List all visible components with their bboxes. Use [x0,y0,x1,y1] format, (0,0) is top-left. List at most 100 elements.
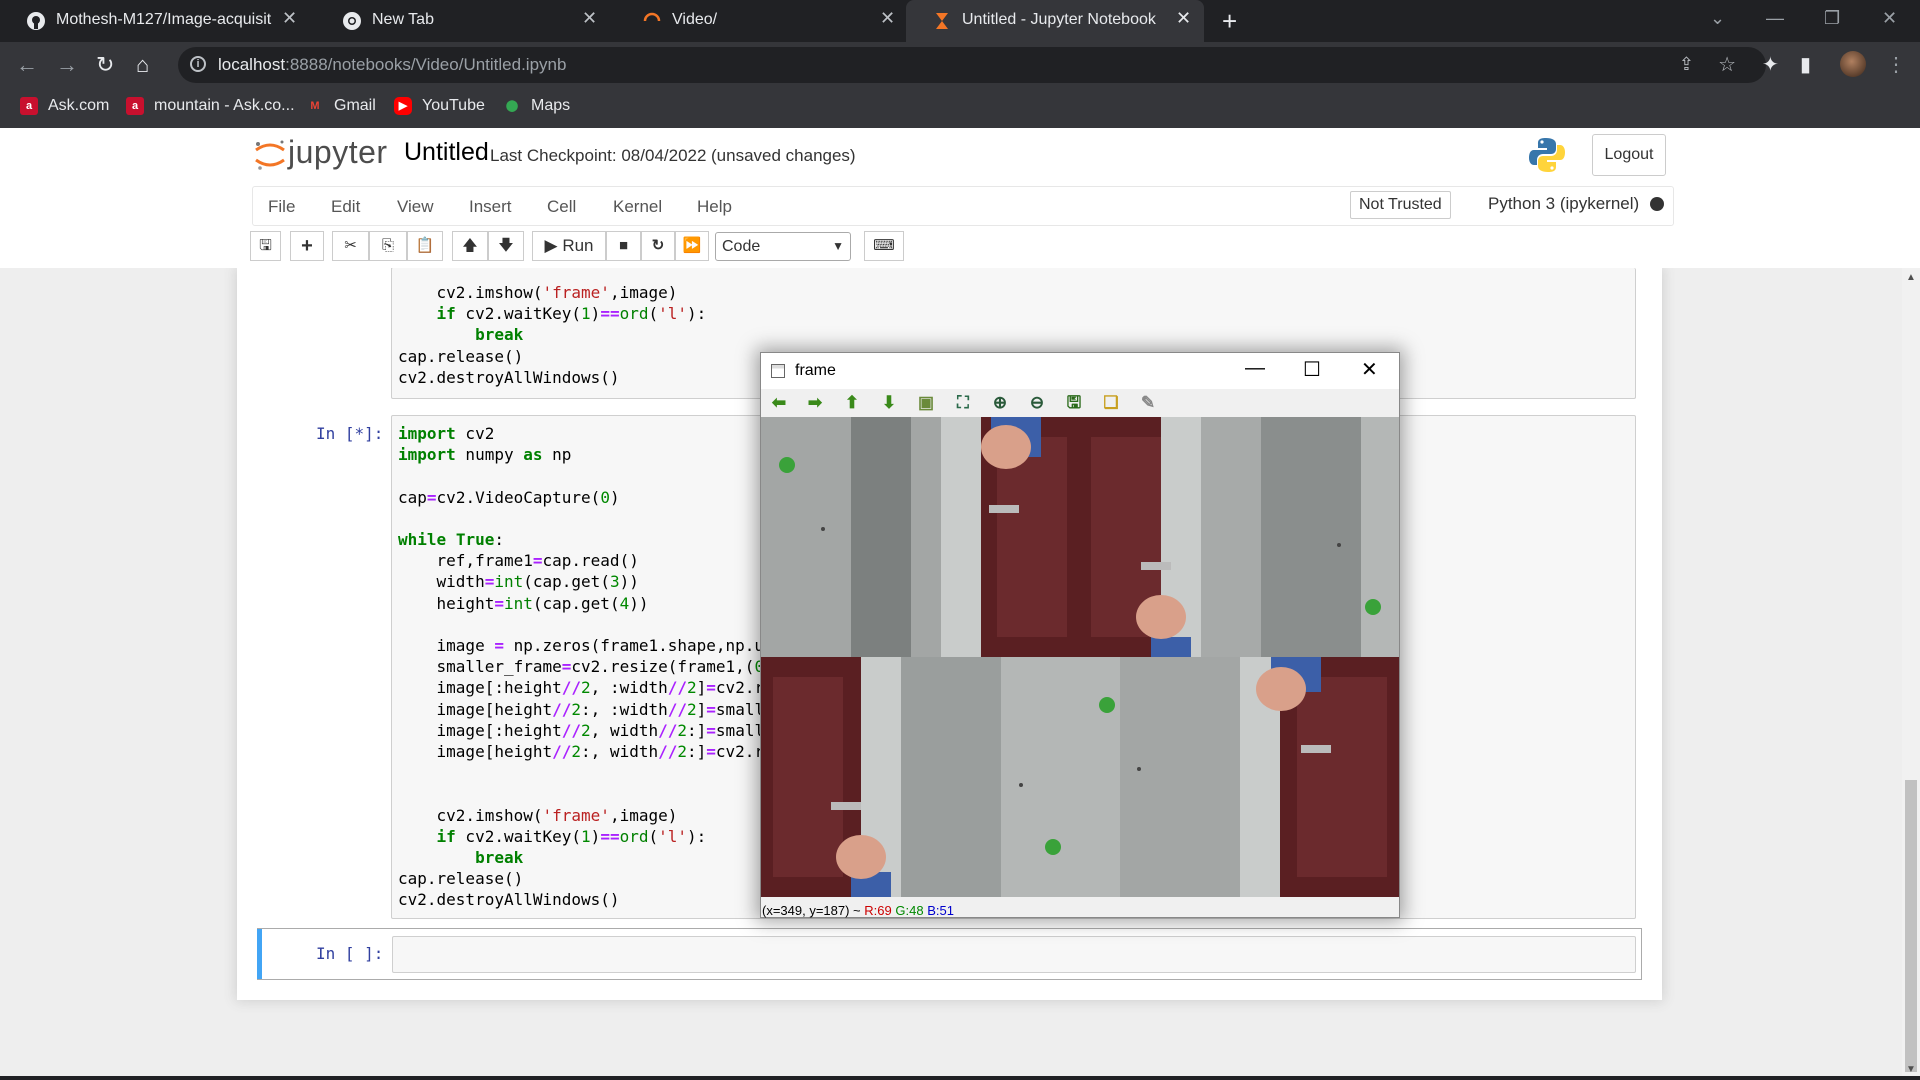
tab-video-folder[interactable]: Video/ ✕ [616,0,906,42]
kernel-name[interactable]: Python 3 (ipykernel) [1488,194,1639,214]
cv-toolbar: ⬅ ➡ ⬆ ⬇ ▣ ⛶ ⊕ ⊖ 🖫 ❏ ✎ [761,389,1399,417]
save-button[interactable]: 🖫 [250,231,281,261]
zoom-in-icon[interactable]: ⊕ [990,393,1010,413]
back-icon[interactable]: ← [16,52,38,78]
interrupt-button[interactable]: ■ [606,231,641,261]
zoom-out-icon[interactable]: ⊖ [1027,393,1047,413]
url-text[interactable]: localhost:8888/notebooks/Video/Untitled.… [218,55,566,75]
pan-up-icon[interactable]: ⬆ [842,393,862,413]
scroll-up-icon[interactable]: ▲ [1906,272,1916,283]
properties-icon[interactable]: ✎ [1138,393,1158,413]
forward-icon[interactable]: → [56,52,78,78]
cell-type-select[interactable]: Code ▼ [715,232,851,261]
code-text: import cv2 import numpy as np cap=cv2.Vi… [398,424,765,910]
copy-clipboard-icon[interactable]: ❏ [1101,393,1121,413]
close-tab-icon[interactable]: ✕ [582,8,597,29]
menu-insert[interactable]: Insert [469,197,512,217]
maximize-icon[interactable]: ☐ [1303,357,1321,382]
share-icon[interactable]: ⇪ [1679,54,1694,75]
chrome-menu-icon[interactable]: ⋮ [1886,52,1906,77]
stop-icon: ■ [618,237,629,254]
menu-kernel[interactable]: Kernel [613,197,662,217]
minimize-icon[interactable]: — [1766,8,1784,29]
new-tab-icon[interactable]: + [1222,6,1237,37]
tab-github[interactable]: Mothesh-M127/Image-acquisitio ✕ [0,0,312,42]
close-tab-icon[interactable]: ✕ [880,8,895,29]
menu-edit[interactable]: Edit [331,197,360,217]
camera-frame-image [761,417,1399,897]
close-tab-icon[interactable]: ✕ [282,8,297,29]
url-host: localhost [218,55,286,74]
browser-tab-strip: Mothesh-M127/Image-acquisitio ✕ New Tab … [0,0,1920,42]
scroll-down-icon[interactable]: ▼ [1906,1064,1916,1075]
cell-2-prompt: In [*]: [316,424,384,443]
bookmark-star-icon[interactable]: ☆ [1718,52,1736,77]
bookmark-youtube[interactable]: ▶ YouTube [394,97,485,115]
pan-right-icon[interactable]: ➡ [805,393,825,413]
move-down-button[interactable]: 🡇 [488,231,524,261]
run-button[interactable]: ▶ Run [532,231,606,261]
cv-title-bar[interactable]: frame — ☐ ✕ [761,353,1399,389]
tab-label: New Tab [372,11,434,28]
cell-3-prompt: In [ ]: [316,944,384,963]
jupyter-logo-icon[interactable] [252,136,288,172]
close-tab-icon[interactable]: ✕ [1176,8,1191,29]
notebook-name[interactable]: Untitled [404,138,489,167]
home-icon[interactable]: ⌂ [136,52,149,78]
bookmarks-bar: a Ask.com a mountain - Ask.co... M Gmail ▶ Y… [0,88,1920,128]
menu-cell[interactable]: Cell [547,197,576,217]
logout-button[interactable]: Logout [1592,134,1666,176]
restart-run-all-button[interactable]: ⏩ [675,231,709,261]
zoom-fit-icon[interactable]: ⛶ [953,393,973,413]
menu-help[interactable]: Help [697,197,732,217]
restart-button[interactable]: ↻ [641,231,675,261]
insert-cell-button[interactable]: + [290,231,324,261]
profile-avatar[interactable] [1840,51,1866,77]
bookmark-gmail[interactable]: M Gmail [306,97,375,115]
page-scrollbar[interactable]: ▲ ▼ [1902,268,1920,1080]
cv-window-title: frame [795,362,836,379]
site-info-icon[interactable]: i [190,56,206,72]
close-window-icon[interactable]: ✕ [1882,8,1897,29]
github-icon [27,12,45,30]
bookmark-maps[interactable]: ⬤ Maps [503,97,570,115]
scrollbar-thumb[interactable] [1905,780,1917,1072]
tab-search-chevron-icon[interactable]: ⌄ [1710,8,1725,29]
extensions-icon[interactable]: ✦ [1762,52,1779,77]
not-trusted-badge[interactable]: Not Trusted [1350,191,1451,219]
zoom-original-icon[interactable]: ▣ [916,393,936,413]
pixel-blue-value: B:51 [927,903,954,918]
minimize-icon[interactable]: — [1245,357,1265,380]
maps-icon: ⬤ [505,100,519,112]
play-icon: ▶ [544,236,558,255]
tab-label: Untitled - Jupyter Notebook [962,11,1156,28]
close-icon[interactable]: ✕ [1361,357,1378,382]
copy-button[interactable]: ⎘ [369,231,407,261]
paste-button[interactable]: 📋 [407,231,443,261]
fast-forward-icon: ⏩ [682,237,702,254]
plus-icon: + [301,235,313,257]
cv-status-bar: (x=349, y=187) ~ R:69 G:48 B:51 [762,903,954,918]
tab-untitled-notebook[interactable]: Untitled - Jupyter Notebook ✕ [906,0,1204,42]
bookmark-mountain[interactable]: a mountain - Ask.co... [126,97,295,115]
pan-left-icon[interactable]: ⬅ [769,393,789,413]
cursor-coordinates: (x=349, y=187) ~ [762,903,861,918]
reload-icon[interactable]: ↻ [96,52,114,78]
code-cell-3-editor[interactable] [392,936,1636,973]
menu-file[interactable]: File [268,197,295,217]
scissors-icon: ✂ [344,237,357,254]
gmail-icon: M [310,100,320,112]
chevron-down-icon: ▼ [832,239,844,253]
pan-down-icon[interactable]: ⬇ [879,393,899,413]
cut-button[interactable]: ✂ [332,231,369,261]
menu-view[interactable]: View [397,197,434,217]
opencv-frame-window[interactable]: frame — ☐ ✕ ⬅ ➡ ⬆ ⬇ ▣ ⛶ ⊕ ⊖ 🖫 ❏ ✎ (x=349… [760,352,1400,918]
bookmark-ask[interactable]: a Ask.com [20,97,109,115]
move-up-button[interactable]: 🡅 [452,231,488,261]
address-bar[interactable]: i localhost:8888/notebooks/Video/Untitle… [178,47,1766,83]
restore-icon[interactable]: ❐ [1824,8,1840,29]
tab-new-tab[interactable]: New Tab ✕ [316,0,616,42]
side-panel-icon[interactable]: ▮ [1800,52,1811,77]
command-palette-button[interactable]: ⌨ [864,231,904,261]
save-image-icon[interactable]: 🖫 [1064,393,1084,413]
